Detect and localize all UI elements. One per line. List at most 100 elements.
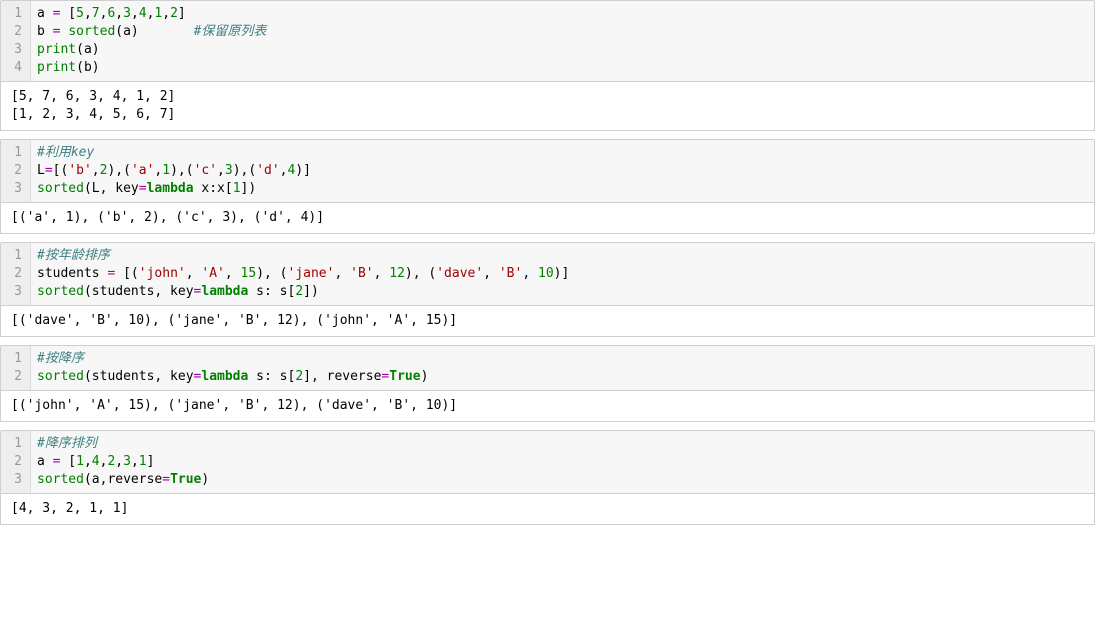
- code-token: )]: [554, 266, 570, 281]
- code-token: sorted: [37, 181, 84, 196]
- code-token: 1: [76, 454, 84, 469]
- code-line[interactable]: L=[('b',2),('a',1),('c',3),('d',4)]: [37, 162, 1088, 180]
- code-area[interactable]: #按降序sorted(students, key=lambda s: s[2],…: [31, 346, 1094, 390]
- output-cell: [('john', 'A', 15), ('jane', 'B', 12), (…: [0, 391, 1095, 422]
- code-token: True: [389, 369, 420, 384]
- code-area[interactable]: #降序排列 a = [1,4,2,3,1]sorted(a,reverse=Tru…: [31, 431, 1094, 493]
- code-area[interactable]: #按年龄排序 students = [('john', 'A', 15), ('j…: [31, 243, 1094, 305]
- code-token: ),(: [107, 163, 130, 178]
- code-token: s: s[: [248, 284, 295, 299]
- code-token: [: [60, 454, 76, 469]
- code-token: (L, key: [84, 181, 139, 196]
- code-line[interactable]: sorted(students, key=lambda s: s[2]): [37, 283, 1088, 301]
- code-token: ), (: [405, 266, 436, 281]
- code-token: [(: [115, 266, 138, 281]
- cell-group: 1 23 #降序排列 a = [1,4,2,3,1]sorted(a,reverse=…: [0, 430, 1095, 525]
- code-token: 2: [170, 6, 178, 21]
- code-token: ): [201, 472, 209, 487]
- code-cell[interactable]: 123#利用keyL=[('b',2),('a',1),('c',3),('d'…: [0, 139, 1095, 203]
- code-cell[interactable]: 123 #按年龄排序 students = [('john', 'A', 15), …: [0, 242, 1095, 306]
- code-token: ,: [84, 454, 92, 469]
- code-area[interactable]: a = [5,7,6,3,4,1,2]b = sorted(a) #保留原列表p…: [31, 1, 1094, 81]
- code-token: #降序排列: [37, 436, 97, 451]
- code-token: ,: [334, 266, 350, 281]
- code-line[interactable]: a = [1,4,2,3,1]: [37, 453, 1088, 471]
- code-token: (b): [76, 60, 99, 75]
- code-token: ]): [241, 181, 257, 196]
- code-token: ], reverse: [303, 369, 381, 384]
- code-line[interactable]: b = sorted(a) #保留原列表: [37, 23, 1088, 41]
- code-token: 2: [295, 369, 303, 384]
- code-token: 'd': [256, 163, 279, 178]
- code-token: ,: [131, 454, 139, 469]
- code-cell[interactable]: 1 23 #降序排列 a = [1,4,2,3,1]sorted(a,reverse=…: [0, 430, 1095, 494]
- code-token: 'a': [131, 163, 154, 178]
- code-line[interactable]: #降序排列: [37, 435, 1088, 453]
- code-token: (a): [76, 42, 99, 57]
- notebook-container: 1234a = [5,7,6,3,4,1,2]b = sorted(a) #保留…: [0, 0, 1095, 525]
- code-line[interactable]: sorted(students, key=lambda s: s[2], rev…: [37, 368, 1088, 386]
- code-token: 1: [139, 454, 147, 469]
- code-token: x:x[: [194, 181, 233, 196]
- code-token: 'dave': [436, 266, 483, 281]
- line-number: 3: [1, 180, 30, 198]
- line-number: 1: [1, 247, 30, 265]
- output-cell: [5, 7, 6, 3, 4, 1, 2] [1, 2, 3, 4, 5, 6,…: [0, 82, 1095, 131]
- code-token: #按年龄排序: [37, 248, 110, 263]
- code-token: lambda: [147, 181, 194, 196]
- code-line[interactable]: students = [('john', 'A', 15), ('jane', …: [37, 265, 1088, 283]
- code-cell[interactable]: 1234a = [5,7,6,3,4,1,2]b = sorted(a) #保留…: [0, 0, 1095, 82]
- code-token: 'c': [194, 163, 217, 178]
- line-number-gutter: 1234: [1, 1, 31, 81]
- code-line[interactable]: sorted(a,reverse=True): [37, 471, 1088, 489]
- line-number: 2: [1, 453, 30, 471]
- code-token: 7: [92, 6, 100, 21]
- code-token: 3: [123, 6, 131, 21]
- output-cell: [('dave', 'B', 10), ('jane', 'B', 12), (…: [0, 306, 1095, 337]
- code-token: sorted: [37, 369, 84, 384]
- code-token: ,: [162, 6, 170, 21]
- code-token: 1: [233, 181, 241, 196]
- code-line[interactable]: print(a): [37, 41, 1088, 59]
- code-token: ,: [186, 266, 202, 281]
- code-area[interactable]: #利用keyL=[('b',2),('a',1),('c',3),('d',4)…: [31, 140, 1094, 202]
- code-token: L: [37, 163, 45, 178]
- code-token: (students, key: [84, 284, 194, 299]
- code-token: ,: [483, 266, 499, 281]
- code-line[interactable]: #利用key: [37, 144, 1088, 162]
- code-token: a: [37, 6, 53, 21]
- code-line[interactable]: sorted(L, key=lambda x:x[1]): [37, 180, 1088, 198]
- line-number: 2: [1, 265, 30, 283]
- code-token: #保留原列表: [194, 24, 267, 39]
- code-token: [: [60, 6, 76, 21]
- code-token: ,: [522, 266, 538, 281]
- cell-group: 1234a = [5,7,6,3,4,1,2]b = sorted(a) #保留…: [0, 0, 1095, 131]
- line-number: 3: [1, 471, 30, 489]
- code-token: 1: [162, 163, 170, 178]
- output-cell: [('a', 1), ('b', 2), ('c', 3), ('d', 4)]: [0, 203, 1095, 234]
- code-cell[interactable]: 1 2#按降序sorted(students, key=lambda s: s[2…: [0, 345, 1095, 391]
- code-token: ,: [115, 454, 123, 469]
- line-number: 3: [1, 283, 30, 301]
- cell-group: 123 #按年龄排序 students = [('john', 'A', 15), …: [0, 242, 1095, 337]
- code-token: 10: [538, 266, 554, 281]
- line-number: 2: [1, 162, 30, 180]
- code-token: =: [139, 181, 147, 196]
- code-token: ), (: [256, 266, 287, 281]
- code-line[interactable]: a = [5,7,6,3,4,1,2]: [37, 5, 1088, 23]
- code-token: ,: [115, 6, 123, 21]
- code-token: 15: [241, 266, 257, 281]
- output-cell: [4, 3, 2, 1, 1]: [0, 494, 1095, 525]
- line-number: 1: [1, 350, 30, 368]
- code-token: (a,reverse: [84, 472, 162, 487]
- code-token: ,: [84, 6, 92, 21]
- code-token: ,: [374, 266, 390, 281]
- code-line[interactable]: print(b): [37, 59, 1088, 77]
- code-token: print: [37, 42, 76, 57]
- code-token: students: [37, 266, 107, 281]
- code-token: lambda: [201, 369, 248, 384]
- code-line[interactable]: #按降序: [37, 350, 1088, 368]
- code-token: ),(: [170, 163, 193, 178]
- code-token: ,: [280, 163, 288, 178]
- code-line[interactable]: #按年龄排序: [37, 247, 1088, 265]
